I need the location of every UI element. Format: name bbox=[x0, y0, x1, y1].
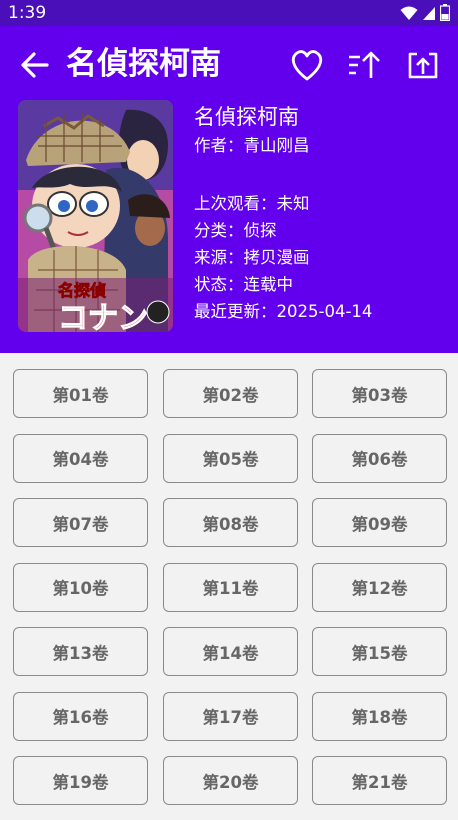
page-title: 名偵探柯南 bbox=[66, 46, 221, 82]
sort-icon[interactable] bbox=[347, 48, 383, 82]
comic-header: 名偵探柯南 名探偵 コナン 名偵探柯南 作者：青山刚昌 上次观看：未知 分类：侦… bbox=[0, 26, 458, 353]
volume-button[interactable]: 第09卷 bbox=[312, 498, 447, 547]
volume-button[interactable]: 第10卷 bbox=[13, 562, 148, 612]
volume-button[interactable]: 第17卷 bbox=[163, 691, 298, 741]
volume-button[interactable]: 第06卷 bbox=[312, 433, 447, 483]
volume-button[interactable]: 第13卷 bbox=[13, 627, 148, 676]
svg-text:名探偵: 名探偵 bbox=[58, 281, 106, 300]
comic-status: 状态：连载中 bbox=[194, 275, 293, 294]
volume-button[interactable]: 第05卷 bbox=[163, 433, 298, 483]
comic-category: 分类：侦探 bbox=[194, 221, 277, 240]
volume-button[interactable]: 第20卷 bbox=[163, 756, 298, 805]
signal-icon bbox=[423, 6, 435, 20]
volume-button[interactable]: 第04卷 bbox=[13, 433, 148, 483]
volume-button[interactable]: 第01卷 bbox=[13, 369, 148, 418]
comic-updated: 最近更新：2025-04-14 bbox=[194, 302, 373, 321]
volume-button[interactable]: 第03卷 bbox=[312, 369, 447, 418]
comic-cover-image[interactable]: 名探偵 コナン bbox=[18, 100, 173, 332]
status-time: 1:39 bbox=[8, 3, 47, 23]
back-arrow-icon[interactable] bbox=[18, 48, 52, 82]
comic-source: 来源：拷贝漫画 bbox=[194, 248, 310, 267]
volume-button[interactable]: 第07卷 bbox=[13, 498, 148, 547]
volume-button[interactable]: 第15卷 bbox=[312, 627, 447, 676]
status-bar: 1:39 bbox=[0, 0, 458, 26]
volume-button[interactable]: 第21卷 bbox=[312, 756, 447, 805]
comic-info: 名偵探柯南 作者：青山刚昌 上次观看：未知 分类：侦探 来源：拷贝漫画 状态：连… bbox=[194, 102, 372, 325]
comic-author: 作者：青山刚昌 bbox=[194, 136, 310, 155]
volume-button[interactable]: 第18卷 bbox=[312, 691, 447, 741]
comic-name: 名偵探柯南 bbox=[194, 105, 299, 129]
battery-icon bbox=[440, 4, 450, 21]
svg-text:コナン: コナン bbox=[58, 301, 148, 332]
volume-button[interactable]: 第02卷 bbox=[163, 369, 298, 418]
volume-button[interactable]: 第19卷 bbox=[13, 756, 148, 805]
volume-button[interactable]: 第11卷 bbox=[163, 562, 298, 612]
volume-button[interactable]: 第14卷 bbox=[163, 627, 298, 676]
volume-button[interactable]: 第12卷 bbox=[312, 562, 447, 612]
share-icon[interactable] bbox=[405, 48, 441, 82]
comic-last-watched: 上次观看：未知 bbox=[194, 194, 310, 213]
volume-button[interactable]: 第08卷 bbox=[163, 498, 298, 547]
heart-icon[interactable] bbox=[289, 48, 325, 82]
wifi-icon bbox=[400, 6, 418, 20]
volume-button[interactable]: 第16卷 bbox=[13, 691, 148, 741]
status-icons bbox=[400, 4, 450, 21]
